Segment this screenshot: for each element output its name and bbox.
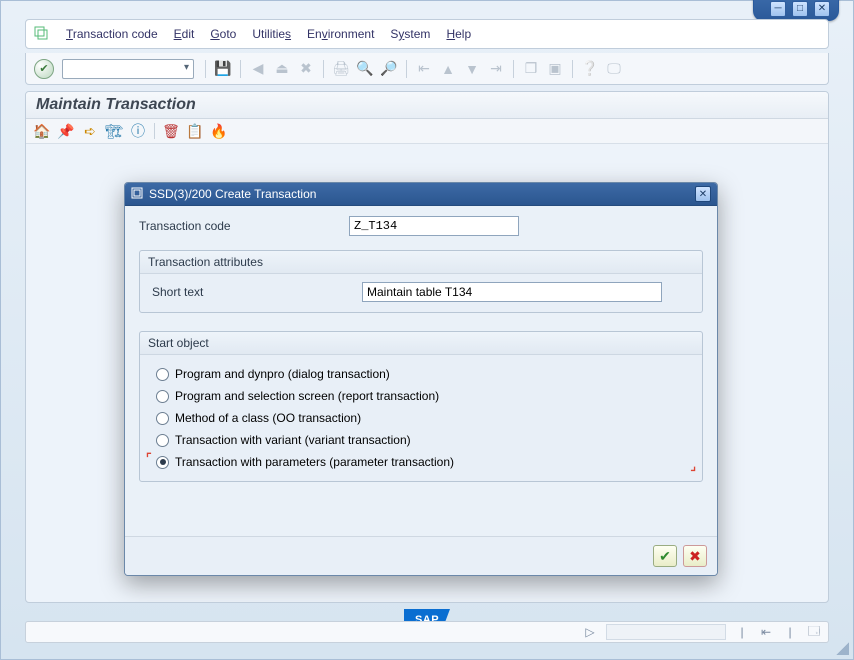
last-page-icon[interactable]: ⇥ [486,59,506,79]
dialog-close-button[interactable]: ✕ [695,186,711,202]
workspace: Maintain Transaction 🏠 📌 ➪ 🏗 ⓘ 🗑 📋 🔥 SSD… [25,91,829,603]
radio-dialog-transaction[interactable]: Program and dynpro (dialog transaction) [152,363,690,385]
separator [154,123,155,139]
print-icon[interactable]: 🖨 [331,59,351,79]
standard-toolbar: ✔ 💾 ◀ ⏏ ✖ 🖨 🔍 🔎 ⇤ ▲ ▼ ⇥ ❐ ▣ ❔ 🖵 [25,53,829,85]
radio-oo-transaction[interactable]: Method of a class (OO transaction) [152,407,690,429]
shorttext-label: Short text [152,285,352,299]
minimize-button[interactable]: ─ [770,1,786,17]
tcode-input[interactable] [349,216,519,236]
radio-label: Transaction with parameters (parameter t… [175,455,454,469]
menu-transaction-code[interactable]: Transaction code [66,27,158,41]
status-collapse-icon[interactable]: ⇤ [758,624,774,640]
separator [323,60,324,78]
menubar: Transaction code Edit Goto Utilities Env… [25,19,829,49]
status-system-icon[interactable] [606,624,726,640]
status-separator-icon: | [782,624,798,640]
close-button[interactable]: ✕ [814,1,830,17]
separator [513,60,514,78]
find-next-icon[interactable]: 🔎 [379,59,399,79]
layout-icon[interactable]: 🖵 [604,59,624,79]
status-layout-icon[interactable]: 🗔 [806,624,822,640]
save-icon[interactable]: 💾 [213,59,233,79]
dialog-title-text: SSD(3)/200 Create Transaction [149,187,316,201]
radio-variant-transaction[interactable]: Transaction with variant (variant transa… [152,429,690,451]
status-bar: ▷ | ⇤ | 🗔 [25,621,829,643]
radio-icon [156,412,169,425]
create-shortcut-icon[interactable]: ▣ [545,59,565,79]
page-title: Maintain Transaction [26,92,828,119]
separator [572,60,573,78]
menu-indicator-icon[interactable] [34,26,50,43]
exit-icon[interactable]: ⏏ [272,59,292,79]
status-nav-icon[interactable]: ▷ [582,624,598,640]
radio-icon [156,368,169,381]
menu-system[interactable]: System [390,27,430,41]
window-controls: ─ □ ✕ [753,0,839,21]
radio-icon [156,456,169,469]
tree-icon[interactable]: 🏗 [106,123,122,139]
command-field[interactable] [62,59,194,79]
radio-label: Program and dynpro (dialog transaction) [175,367,390,381]
separator [240,60,241,78]
radio-label: Program and selection screen (report tra… [175,389,439,403]
enter-button[interactable]: ✔ [34,59,54,79]
back-icon[interactable]: ◀ [248,59,268,79]
test-icon[interactable]: 🔥 [211,123,227,139]
start-object-group: Start object Program and dynpro (dialog … [139,331,703,482]
delete-icon[interactable]: 🗑 [163,123,179,139]
create-transaction-dialog: SSD(3)/200 Create Transaction ✕ Transact… [124,182,718,576]
display-change-icon[interactable]: 🏠 [34,123,50,139]
tcode-label: Transaction code [139,219,339,233]
transaction-attributes-group: Transaction attributes Short text [139,250,703,313]
maximize-button[interactable]: □ [792,1,808,17]
radio-icon [156,434,169,447]
radio-report-transaction[interactable]: Program and selection screen (report tra… [152,385,690,407]
new-session-icon[interactable]: ❐ [521,59,541,79]
menu-edit[interactable]: Edit [174,27,195,41]
menu-help[interactable]: Help [446,27,471,41]
first-page-icon[interactable]: ⇤ [414,59,434,79]
paste-icon[interactable]: 📋 [187,123,203,139]
ok-button[interactable]: ✔ [653,545,677,567]
cancel-button[interactable]: ✖ [683,545,707,567]
copy-icon[interactable]: ➪ [82,123,98,139]
prev-page-icon[interactable]: ▲ [438,59,458,79]
radio-label: Method of a class (OO transaction) [175,411,361,425]
dialog-footer: ✔ ✖ [125,536,717,575]
group-title-startobject: Start object [140,332,702,355]
menu-utilities[interactable]: Utilities [252,27,291,41]
dialog-titlebar[interactable]: SSD(3)/200 Create Transaction ✕ [125,183,717,206]
help-icon[interactable]: ❔ [580,59,600,79]
radio-label: Transaction with variant (variant transa… [175,433,411,447]
radio-icon [156,390,169,403]
application-toolbar: 🏠 📌 ➪ 🏗 ⓘ 🗑 📋 🔥 [26,119,828,144]
shorttext-input[interactable] [362,282,662,302]
dialog-icon [131,187,143,202]
cancel-icon[interactable]: ✖ [296,59,316,79]
resize-grip[interactable] [833,639,849,655]
status-separator-icon: | [734,624,750,640]
next-page-icon[interactable]: ▼ [462,59,482,79]
pin-icon[interactable]: 📌 [58,123,74,139]
separator [406,60,407,78]
menu-environment[interactable]: Environment [307,27,374,41]
separator [205,60,206,78]
group-title-attributes: Transaction attributes [140,251,702,274]
info-icon[interactable]: ⓘ [130,123,146,139]
radio-parameter-transaction[interactable]: Transaction with parameters (parameter t… [152,451,690,473]
menu-goto[interactable]: Goto [210,27,236,41]
find-icon[interactable]: 🔍 [355,59,375,79]
